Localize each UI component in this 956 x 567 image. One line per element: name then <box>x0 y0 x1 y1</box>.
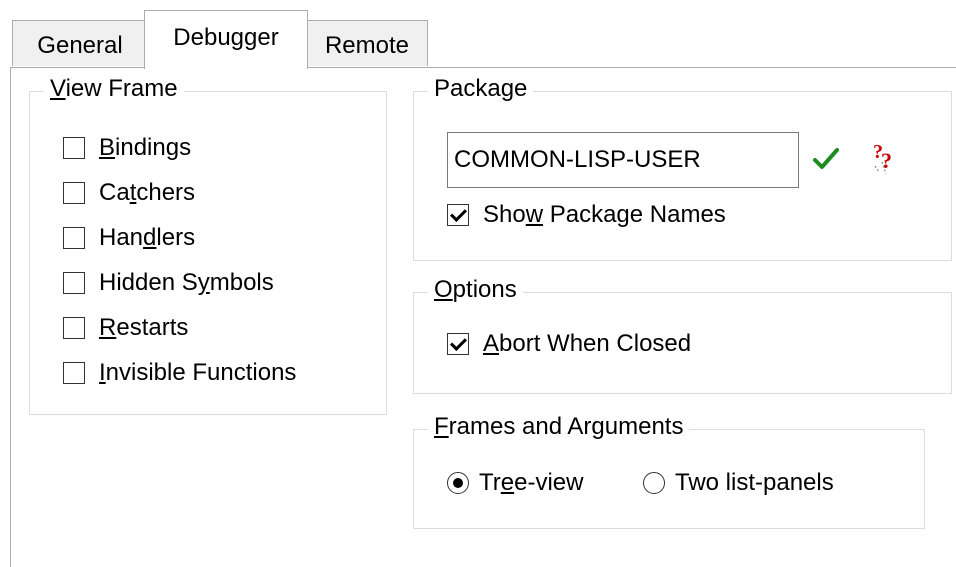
tree-view-radio[interactable]: Tree-view <box>447 469 583 497</box>
catchers-checkbox[interactable]: Catchers <box>63 179 195 207</box>
frames-arguments-group: Frames and Arguments Tree-view Two list-… <box>413 413 925 529</box>
hidden-symbols-checkbox-box[interactable] <box>63 272 85 294</box>
two-list-panels-radio-button[interactable] <box>643 472 665 494</box>
package-input[interactable]: COMMON-LISP-USER <box>447 132 799 188</box>
options-legend: Options <box>428 276 523 305</box>
bindings-mnemonic: B <box>99 134 116 161</box>
view-frame-legend-mnemonic: V <box>50 75 66 102</box>
bindings-checkbox-box[interactable] <box>63 137 85 159</box>
catchers-label: Catchers <box>99 179 196 206</box>
abort-when-closed-checkbox[interactable]: Abort When Closed <box>447 330 691 358</box>
two-list-panels-radio[interactable]: Two list-panels <box>643 469 834 497</box>
catchers-checkbox-box[interactable] <box>63 182 85 204</box>
abort-when-closed-label: Abort When Closed <box>483 330 692 357</box>
restarts-checkbox-box[interactable] <box>63 317 85 339</box>
debugger-panel: View Frame Bindings Catchers Handlers Hi… <box>10 67 956 567</box>
frames-arguments-legend-mnemonic: F <box>434 413 449 440</box>
view-frame-legend: View Frame <box>44 75 184 104</box>
invisible-functions-label: Invisible Functions <box>99 359 297 386</box>
invisible-functions-checkbox[interactable]: Invisible Functions <box>63 359 296 387</box>
view-frame-legend-rest: iew Frame <box>65 75 178 102</box>
options-group: Options Abort When Closed <box>413 276 952 394</box>
tab-debugger[interactable]: Debugger <box>144 10 308 69</box>
check-icon[interactable] <box>813 147 839 171</box>
svg-text:?: ? <box>881 148 892 173</box>
view-frame-group: View Frame Bindings Catchers Handlers Hi… <box>29 75 387 415</box>
handlers-checkbox[interactable]: Handlers <box>63 224 195 252</box>
tab-general-label: General <box>37 32 123 59</box>
hidden-symbols-checkbox[interactable]: Hidden Symbols <box>63 269 274 297</box>
abort-when-closed-checkbox-box[interactable] <box>447 333 469 355</box>
tab-general[interactable]: General <box>12 20 148 66</box>
invisible-functions-mnemonic: I <box>99 359 106 386</box>
invisible-functions-checkbox-box[interactable] <box>63 362 85 384</box>
restarts-checkbox[interactable]: Restarts <box>63 314 188 342</box>
tab-remote-label: Remote <box>324 32 410 59</box>
show-package-names-mnemonic: w <box>525 201 544 228</box>
package-legend: Package <box>428 75 534 104</box>
tab-bar: General Remote Debugger <box>0 0 956 69</box>
options-legend-mnemonic: O <box>434 276 453 303</box>
tree-view-radio-button[interactable] <box>447 472 469 494</box>
hidden-symbols-label: Hidden Symbols <box>99 269 274 296</box>
tab-debugger-label: Debugger <box>173 24 279 51</box>
restarts-label: Restarts <box>99 314 189 341</box>
show-package-names-checkbox-box[interactable] <box>447 204 469 226</box>
bindings-label: Bindings <box>99 134 192 161</box>
tree-view-mnemonic: e <box>500 469 515 496</box>
handlers-mnemonic: d <box>143 224 157 251</box>
catchers-mnemonic: t <box>129 179 137 206</box>
handlers-label: Handlers <box>99 224 196 251</box>
show-package-names-label: Show Package Names <box>483 201 726 228</box>
hidden-symbols-mnemonic: y <box>197 269 210 296</box>
abort-when-closed-mnemonic: A <box>483 330 500 357</box>
package-group: Package COMMON-LISP-USER ? ? Show Packag… <box>413 75 952 261</box>
bindings-checkbox[interactable]: Bindings <box>63 134 191 162</box>
frames-arguments-legend: Frames and Arguments <box>428 413 690 442</box>
tree-view-label: Tree-view <box>479 469 584 496</box>
handlers-checkbox-box[interactable] <box>63 227 85 249</box>
tab-remote[interactable]: Remote <box>306 20 428 66</box>
help-icon[interactable]: ? ? <box>871 138 903 176</box>
show-package-names-checkbox[interactable]: Show Package Names <box>447 201 726 229</box>
restarts-mnemonic: R <box>99 314 117 341</box>
two-list-panels-label: Two list-panels <box>675 469 834 496</box>
